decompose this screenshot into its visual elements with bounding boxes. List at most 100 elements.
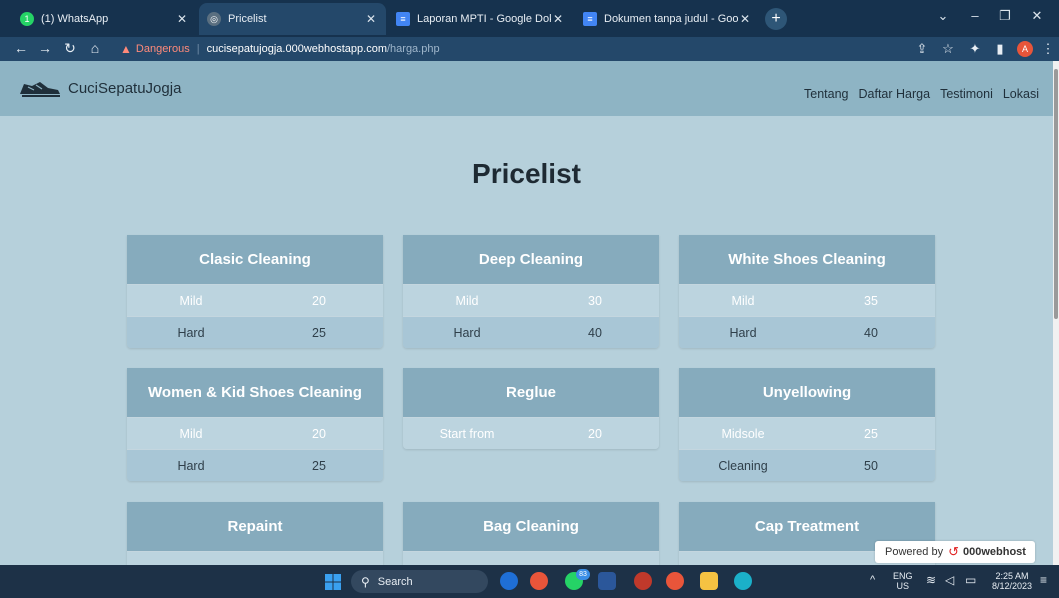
service-price: 40 bbox=[864, 325, 878, 340]
side-panel-icon[interactable]: ▮ bbox=[991, 41, 1009, 57]
brand-logo[interactable]: CuciSepatuJogja bbox=[18, 78, 181, 98]
taskbar-search[interactable]: ⚲ Search bbox=[351, 570, 488, 593]
clock[interactable]: 2:25 AM 8/12/2023 bbox=[992, 571, 1032, 591]
card-title: White Shoes Cleaning bbox=[679, 235, 935, 284]
clock-time: 2:25 AM bbox=[995, 571, 1029, 581]
whatsapp-icon: 1 bbox=[20, 12, 34, 26]
tab-laporan[interactable]: ≡ Laporan MPTI - Google Dokume… ✕ bbox=[388, 3, 573, 35]
card-title: Unyellowing bbox=[679, 368, 935, 417]
nav-item-daftar-harga[interactable]: Daftar Harga bbox=[859, 87, 931, 101]
volume-icon[interactable]: ◁ bbox=[945, 574, 954, 586]
chrome-icon[interactable] bbox=[666, 572, 684, 590]
forward-icon[interactable]: → bbox=[36, 40, 54, 56]
app-icon[interactable] bbox=[634, 572, 652, 590]
price-row: Mild 20 bbox=[127, 284, 383, 316]
service-name: Start from bbox=[439, 426, 495, 441]
tab-search-icon[interactable]: ⌄ bbox=[930, 8, 956, 24]
page-scrollbar[interactable] bbox=[1053, 61, 1059, 565]
url-path: /harga.php bbox=[386, 43, 440, 55]
nav-item-lokasi[interactable]: Lokasi bbox=[1003, 87, 1039, 101]
tab-title: Dokumen tanpa judul - Google D… bbox=[604, 13, 738, 25]
warning-icon: ▲ bbox=[120, 42, 132, 56]
restore-icon[interactable]: ❐ bbox=[992, 8, 1018, 24]
close-icon[interactable]: ✕ bbox=[364, 12, 378, 26]
chrome-profile-icon[interactable] bbox=[530, 572, 548, 590]
search-icon: ⚲ bbox=[361, 574, 370, 589]
close-icon[interactable]: ✕ bbox=[551, 12, 565, 26]
keyboard-layout: US bbox=[896, 581, 910, 591]
minimize-icon[interactable]: – bbox=[962, 8, 988, 23]
share-icon[interactable]: ⇪ bbox=[913, 41, 931, 57]
window-close-icon[interactable]: ✕ bbox=[1024, 8, 1050, 24]
clock-date: 8/12/2023 bbox=[992, 581, 1033, 591]
browser-tab-strip: 1 (1) WhatsApp ✕ ◎ Pricelist ✕ ≡ Laporan… bbox=[0, 0, 1059, 37]
battery-icon[interactable]: ▭ bbox=[965, 574, 976, 586]
close-icon[interactable]: ✕ bbox=[175, 12, 189, 26]
service-name: Cleaning bbox=[718, 458, 768, 473]
whatsapp-badge: 83 bbox=[576, 569, 590, 580]
nav-item-tentang[interactable]: Tentang bbox=[804, 87, 848, 101]
price-card-bag-cleaning: Bag Cleaning bbox=[403, 502, 659, 565]
docs-icon: ≡ bbox=[583, 12, 597, 26]
service-name: Hard bbox=[729, 325, 757, 340]
address-bar[interactable]: ▲ Dangerous | cucisepatujogja.000webhost… bbox=[120, 39, 880, 59]
menu-kebab-icon[interactable]: ⋮ bbox=[1039, 41, 1057, 57]
bing-icon[interactable] bbox=[500, 572, 518, 590]
price-row bbox=[127, 551, 383, 565]
card-title: Repaint bbox=[127, 502, 383, 551]
home-icon[interactable]: ⌂ bbox=[86, 40, 104, 56]
service-price: 25 bbox=[312, 458, 326, 473]
price-row: Cleaning 50 bbox=[679, 449, 935, 481]
windows-start-icon[interactable] bbox=[325, 574, 341, 590]
show-hidden-icons-icon[interactable]: ^ bbox=[870, 575, 875, 586]
price-card-women-kid-shoes-cleaning: Women & Kid Shoes Cleaning Mild 20 Hard 25 bbox=[127, 368, 383, 481]
card-title: Women & Kid Shoes Cleaning bbox=[127, 368, 383, 417]
card-title: Reglue bbox=[403, 368, 659, 417]
separator: | bbox=[196, 43, 200, 55]
edge-icon[interactable] bbox=[734, 572, 752, 590]
docs-icon: ≡ bbox=[396, 12, 410, 26]
bookmark-star-icon[interactable]: ☆ bbox=[939, 41, 957, 57]
card-title: Deep Cleaning bbox=[403, 235, 659, 284]
extensions-icon[interactable]: ✦ bbox=[966, 41, 984, 57]
service-price: 20 bbox=[312, 293, 326, 308]
language-code: ENG bbox=[893, 571, 913, 581]
service-price: 25 bbox=[864, 426, 878, 441]
reload-icon[interactable]: ↻ bbox=[61, 40, 79, 57]
security-status: Dangerous bbox=[135, 43, 190, 55]
price-card-reglue: Reglue Start from 20 bbox=[403, 368, 659, 449]
tab-title: (1) WhatsApp bbox=[41, 13, 109, 25]
powered-by-badge[interactable]: Powered by ↺ 000webhost bbox=[875, 541, 1035, 563]
powered-label: Powered by bbox=[885, 546, 944, 558]
price-row: Mild 30 bbox=[403, 284, 659, 316]
windows-taskbar: ⚲ Search 83 ^ ENG US ≋ ◁ ▭ 2:25 AM 8/12/… bbox=[0, 565, 1059, 598]
profile-avatar[interactable]: A bbox=[1017, 41, 1033, 57]
nav-item-testimoni[interactable]: Testimoni bbox=[940, 87, 993, 101]
notification-icon[interactable]: ≡ bbox=[1040, 574, 1047, 586]
service-price: 30 bbox=[588, 293, 602, 308]
url-host: cucisepatujogja.000webhostapp.com bbox=[206, 43, 387, 55]
word-icon[interactable] bbox=[598, 572, 616, 590]
tab-dokumen[interactable]: ≡ Dokumen tanpa judul - Google D… ✕ bbox=[575, 3, 760, 35]
price-row: Hard 40 bbox=[679, 316, 935, 348]
tab-pricelist[interactable]: ◎ Pricelist ✕ bbox=[199, 3, 386, 35]
back-icon[interactable]: ← bbox=[12, 40, 30, 56]
page-title: Pricelist bbox=[472, 158, 581, 189]
main-nav: Tentang Daftar Harga Testimoni Lokasi bbox=[804, 87, 1039, 101]
browser-toolbar: ← → ↻ ⌂ ▲ Dangerous | cucisepatujogja.00… bbox=[0, 37, 1059, 61]
service-name: Hard bbox=[453, 325, 481, 340]
powered-brand: 000webhost bbox=[963, 546, 1026, 558]
tab-whatsapp[interactable]: 1 (1) WhatsApp ✕ bbox=[12, 3, 197, 35]
scrollbar-thumb[interactable] bbox=[1054, 69, 1058, 319]
service-name: Mild bbox=[179, 426, 203, 441]
file-explorer-icon[interactable] bbox=[700, 572, 718, 590]
service-price: 20 bbox=[588, 426, 602, 441]
language-indicator[interactable]: ENG US bbox=[893, 571, 913, 591]
new-tab-button[interactable]: + bbox=[765, 8, 787, 30]
close-icon[interactable]: ✕ bbox=[738, 12, 752, 26]
price-row bbox=[403, 551, 659, 565]
card-title: Bag Cleaning bbox=[403, 502, 659, 551]
wifi-icon[interactable]: ≋ bbox=[926, 574, 936, 586]
price-row: Hard 25 bbox=[127, 449, 383, 481]
price-card-unyellowing: Unyellowing Midsole 25 Cleaning 50 bbox=[679, 368, 935, 481]
